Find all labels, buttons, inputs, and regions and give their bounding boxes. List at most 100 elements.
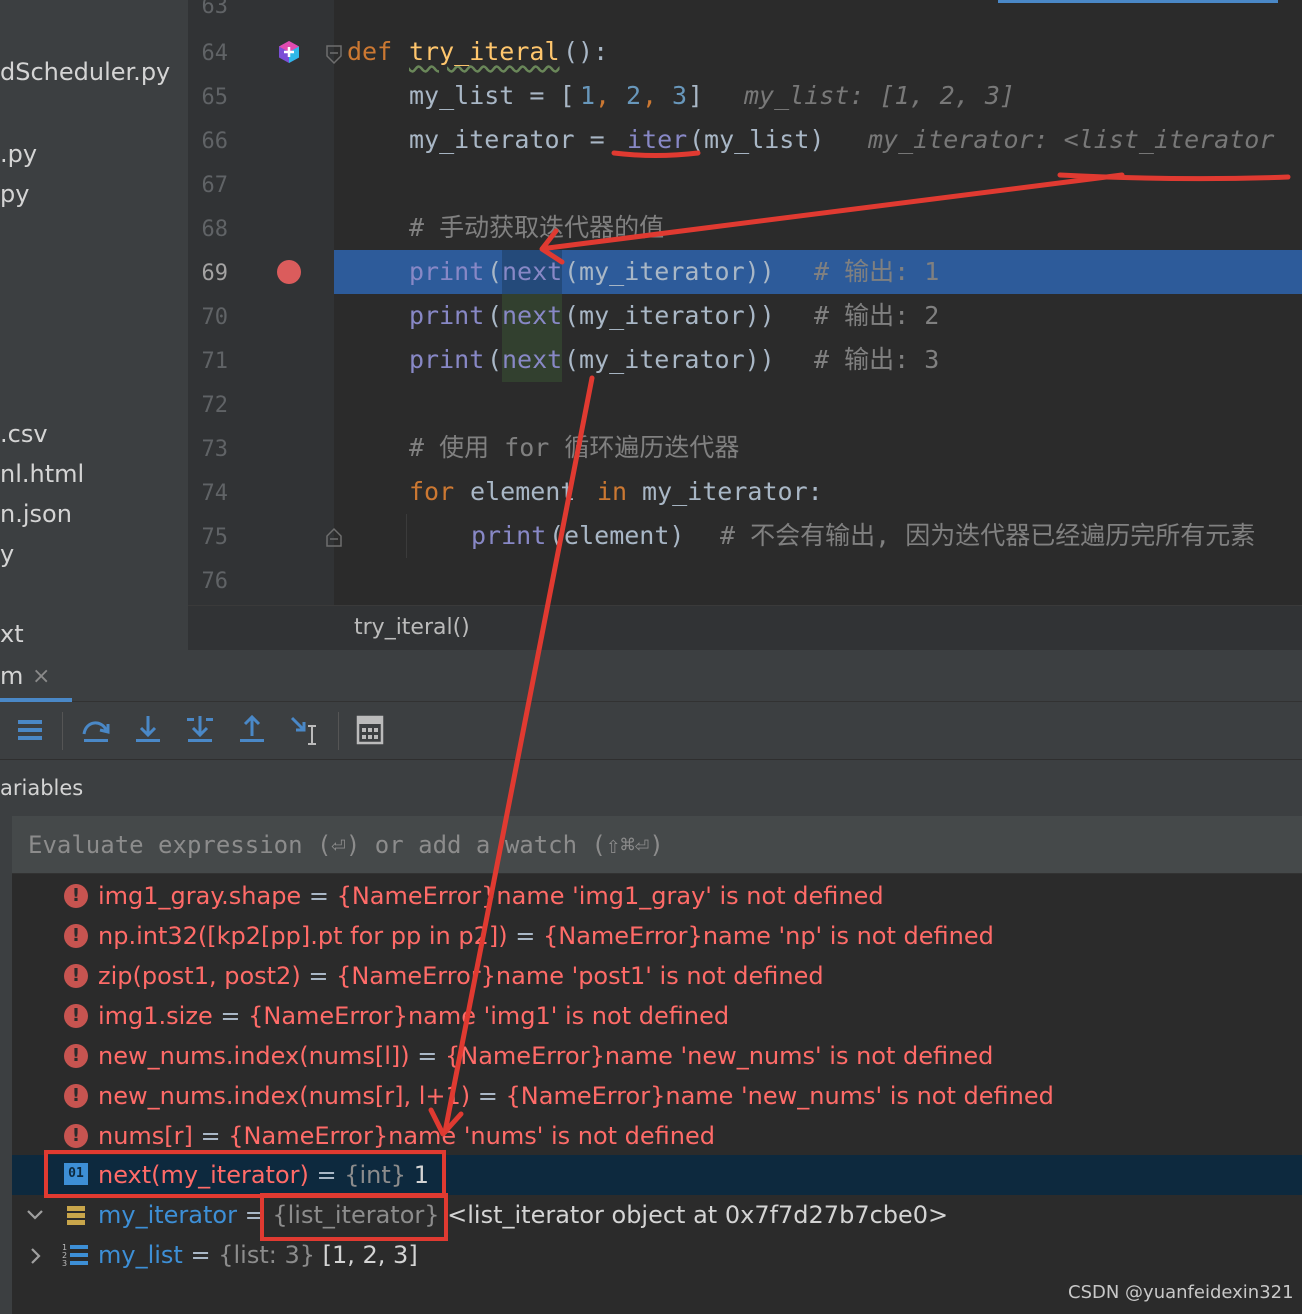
line-number: 72 <box>201 393 229 418</box>
step-over-icon[interactable] <box>78 712 114 748</box>
debug-toolbar <box>0 702 1302 760</box>
variable-type: {list: 3} <box>218 1241 315 1269</box>
line-number: 71 <box>201 349 229 374</box>
equals-sign: = <box>182 1241 219 1269</box>
code-comment: # 输出: 2 <box>814 301 940 330</box>
keyword-in: in <box>597 477 628 506</box>
watch-row-error[interactable]: ! img1.size = {NameError}name 'img1' is … <box>12 996 1302 1036</box>
code-line-66[interactable]: my_iterator = iter (my_list) my_iterator… <box>334 118 1302 162</box>
chevron-right-icon[interactable] <box>26 1245 46 1267</box>
breadcrumb-function[interactable]: try_iteral() <box>354 615 470 640</box>
error-icon: ! <box>64 1004 88 1028</box>
number-literal: 3 <box>672 81 688 110</box>
watch-expression: zip(post1, post2) <box>98 962 301 990</box>
watch-message: name 'post1' is not defined <box>495 962 824 990</box>
debug-tool-window-header <box>0 650 1302 702</box>
line-number: 67 <box>201 173 229 198</box>
step-into-icon[interactable] <box>130 712 166 748</box>
watch-type: {NameError} <box>336 882 497 910</box>
line-number: 66 <box>201 129 229 154</box>
code-line-64[interactable]: def try_iteral (): <box>334 30 1302 74</box>
code-line-70[interactable]: print ( next (my_iterator)) # 输出: 2 <box>334 294 1302 338</box>
watch-expression: new_nums.index(nums[l]) <box>98 1042 410 1070</box>
code-editor[interactable]: 63 64 65 66 67 68 69 70 71 72 73 74 75 7… <box>188 0 1302 605</box>
annotation-box-next-result <box>44 1150 446 1198</box>
evaluate-expression-icon[interactable] <box>352 712 388 748</box>
debug-tab-label[interactable]: m <box>0 662 23 690</box>
svg-text:3: 3 <box>62 1259 67 1268</box>
project-file-item[interactable]: py <box>0 180 29 208</box>
code-line-75[interactable]: print (element) # 不会有输出, 因为迭代器已经遍历完所有元素 <box>334 514 1302 558</box>
watch-row-text: zip(post1, post2) = {NameError}name 'pos… <box>98 956 824 996</box>
code-text: (element) <box>549 521 685 550</box>
code-line-71[interactable]: print ( next (my_iterator)) # 输出: 3 <box>334 338 1302 382</box>
step-into-my-code-icon[interactable] <box>182 712 218 748</box>
error-icon: ! <box>64 964 88 988</box>
code-comment: # 使用 for 循环遍历迭代器 <box>409 433 740 462</box>
search-highlight-strip <box>998 0 1278 3</box>
variables-panel-header: ariables <box>0 760 1302 816</box>
equals-sign: = <box>409 1042 445 1070</box>
builtin-print: print <box>409 345 485 374</box>
list-icon: 1 2 3 <box>62 1243 88 1268</box>
equals-sign: = <box>192 1122 229 1150</box>
code-text: ( <box>487 345 503 374</box>
watch-expression: nums[r] <box>98 1122 193 1150</box>
variable-row-my-iterator[interactable]: my_iterator = {list_iterator} <list_iter… <box>12 1195 1302 1235</box>
watch-type: {NameError} <box>445 1042 605 1070</box>
run-function-icon[interactable] <box>277 40 301 64</box>
project-file-item[interactable]: n.json <box>0 500 72 528</box>
chevron-down-icon[interactable] <box>24 1205 46 1225</box>
breakpoint-icon[interactable] <box>277 260 301 284</box>
run-to-cursor-icon[interactable] <box>286 712 322 748</box>
code-line-69-current[interactable]: print ( next (my_iterator)) # 输出: 1 <box>334 250 1302 294</box>
project-file-item[interactable]: y <box>0 540 14 568</box>
variable-name: my_list <box>98 1241 183 1269</box>
line-number: 75 <box>201 525 229 550</box>
variable-name: my_iterator <box>98 1201 237 1229</box>
step-out-icon[interactable] <box>234 712 270 748</box>
project-file-item[interactable]: nl.html <box>0 460 84 488</box>
line-number: 76 <box>201 569 229 594</box>
evaluate-expression-input[interactable] <box>28 828 1228 862</box>
keyword-for: for <box>409 477 455 506</box>
code-text: my_list = [ <box>409 81 575 110</box>
watch-expression: img1.size <box>98 1002 213 1030</box>
equals-sign: = <box>300 962 337 990</box>
project-file-item[interactable]: dScheduler.py <box>0 58 170 86</box>
variable-row-my-list[interactable]: 1 2 3 my_list = {list: 3} [1, 2, 3] <box>12 1235 1302 1275</box>
code-line-73[interactable]: # 使用 for 循环遍历迭代器 <box>334 426 1302 470</box>
project-file-item[interactable]: xt <box>0 620 24 648</box>
builtin-next: next <box>502 250 563 294</box>
project-panel: dScheduler.py .py py .csv nl.html n.json… <box>0 0 188 650</box>
watch-expression: img1_gray.shape <box>98 882 302 910</box>
watch-row-error[interactable]: ! np.int32([kp2[pp].pt for pp in p2]) = … <box>12 916 1302 956</box>
code-line-68[interactable]: # 手动获取迭代器的值 <box>334 206 1302 250</box>
watch-row-error[interactable]: ! new_nums.index(nums[l]) = {NameError}n… <box>12 1036 1302 1076</box>
watch-row-error[interactable]: ! img1_gray.shape = {NameError}name 'img… <box>12 876 1302 916</box>
code-separator: , <box>642 81 673 110</box>
editor-gutter[interactable]: 63 64 65 66 67 68 69 70 71 72 73 74 75 7… <box>188 0 342 605</box>
close-icon[interactable]: × <box>32 664 50 689</box>
project-file-item[interactable]: .csv <box>0 420 48 448</box>
project-file-item[interactable]: .py <box>0 140 37 168</box>
watch-row-error[interactable]: ! new_nums.index(nums[r], l+1) = {NameEr… <box>12 1076 1302 1116</box>
builtin-print: print <box>409 257 485 286</box>
watch-message: name 'nums' is not defined <box>388 1122 716 1150</box>
code-text: ( <box>487 257 503 286</box>
line-number: 73 <box>201 437 229 462</box>
variables-title: ariables <box>0 776 84 800</box>
frames-menu-icon[interactable] <box>12 712 48 748</box>
code-line-65[interactable]: my_list = [ 1 , 2 , 3 ] my_list: [1, 2, … <box>334 74 1302 118</box>
error-icon: ! <box>64 884 88 908</box>
code-text: (my_iterator)) <box>564 257 775 286</box>
code-line-74[interactable]: for element in my_iterator: <box>334 470 1302 514</box>
watch-message: name 'new_nums' is not defined <box>604 1042 994 1070</box>
error-icon: ! <box>64 1084 88 1108</box>
code-comment: # 输出: 1 <box>814 257 940 286</box>
watch-row-error[interactable]: ! zip(post1, post2) = {NameError}name 'p… <box>12 956 1302 996</box>
code-text: (my_list) <box>689 125 825 154</box>
watch-row-text: img1.size = {NameError}name 'img1' is no… <box>98 996 729 1036</box>
inline-value-hint: my_list: [1, 2, 3] <box>744 81 1015 110</box>
inline-value-hint: my_iterator: <list_iterator <box>868 125 1275 154</box>
